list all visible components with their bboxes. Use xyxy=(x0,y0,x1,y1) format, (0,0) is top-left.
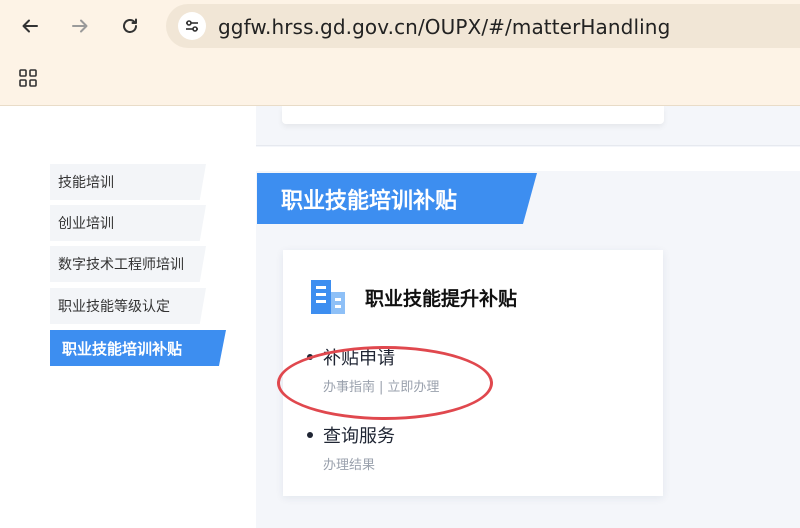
forward-button[interactable] xyxy=(64,10,96,42)
card-title: 职业技能提升补贴 xyxy=(365,288,518,310)
page-content: 技能培训 创业培训 数字技术工程师培训 职业技能等级认定 职业技能培训补贴 职业… xyxy=(0,106,800,528)
service-name-query[interactable]: 查询服务 xyxy=(323,422,395,448)
apply-now-link[interactable]: 立即办理 xyxy=(387,380,439,395)
previous-card xyxy=(282,106,664,124)
site-info-button[interactable] xyxy=(178,12,206,40)
sidebar-item-label: 创业培训 xyxy=(58,216,114,232)
bullet-icon xyxy=(307,354,313,360)
sidebar-item-entrepreneurship-training[interactable]: 创业培训 xyxy=(50,205,206,241)
service-card: 职业技能提升补贴 补贴申请 办事指南 | 立即办理 查询服务 办理结果 xyxy=(283,250,663,496)
link-separator: | xyxy=(379,380,384,395)
section-title: 职业技能培训补贴 xyxy=(257,173,537,224)
sidebar-item-skill-training[interactable]: 技能培训 xyxy=(50,164,206,200)
arrow-right-icon xyxy=(72,19,88,33)
guide-link[interactable]: 办事指南 xyxy=(323,380,375,395)
apps-button[interactable] xyxy=(12,62,44,94)
address-bar[interactable]: ggfw.hrss.gd.gov.cn/OUPX/#/matterHandlin… xyxy=(166,4,800,48)
service-name-row: 查询服务 xyxy=(307,422,395,448)
url-text[interactable]: ggfw.hrss.gd.gov.cn/OUPX/#/matterHandlin… xyxy=(218,15,670,39)
back-button[interactable] xyxy=(14,10,46,42)
arrow-left-icon xyxy=(22,19,38,33)
sidebar-item-digital-engineer-training[interactable]: 数字技术工程师培训 xyxy=(50,246,206,282)
apps-grid-icon xyxy=(19,69,37,87)
reload-icon xyxy=(123,18,137,33)
section-divider xyxy=(256,147,800,171)
service-links: 办事指南 | 立即办理 xyxy=(323,376,439,395)
result-link[interactable]: 办理结果 xyxy=(323,458,375,473)
service-name-row: 补贴申请 xyxy=(307,344,439,370)
browser-toolbar: ggfw.hrss.gd.gov.cn/OUPX/#/matterHandlin… xyxy=(0,0,800,106)
service-item-query: 查询服务 办理结果 xyxy=(307,422,395,473)
reload-button[interactable] xyxy=(114,10,146,42)
tune-icon xyxy=(186,20,198,32)
sidebar-item-label: 数字技术工程师培训 xyxy=(58,257,184,273)
service-name-apply[interactable]: 补贴申请 xyxy=(323,344,395,370)
sidebar-item-label: 职业技能等级认定 xyxy=(58,299,170,315)
service-item-apply: 补贴申请 办事指南 | 立即办理 xyxy=(307,344,439,395)
service-links: 办理结果 xyxy=(323,454,395,473)
sidebar-item-skill-level-certification[interactable]: 职业技能等级认定 xyxy=(50,288,206,324)
sidebar-item-training-subsidy[interactable]: 职业技能培训补贴 xyxy=(50,330,226,366)
building-icon xyxy=(311,280,345,314)
sidebar-item-label: 技能培训 xyxy=(58,175,114,191)
sidebar-item-label: 职业技能培训补贴 xyxy=(62,339,183,358)
bullet-icon xyxy=(307,432,313,438)
